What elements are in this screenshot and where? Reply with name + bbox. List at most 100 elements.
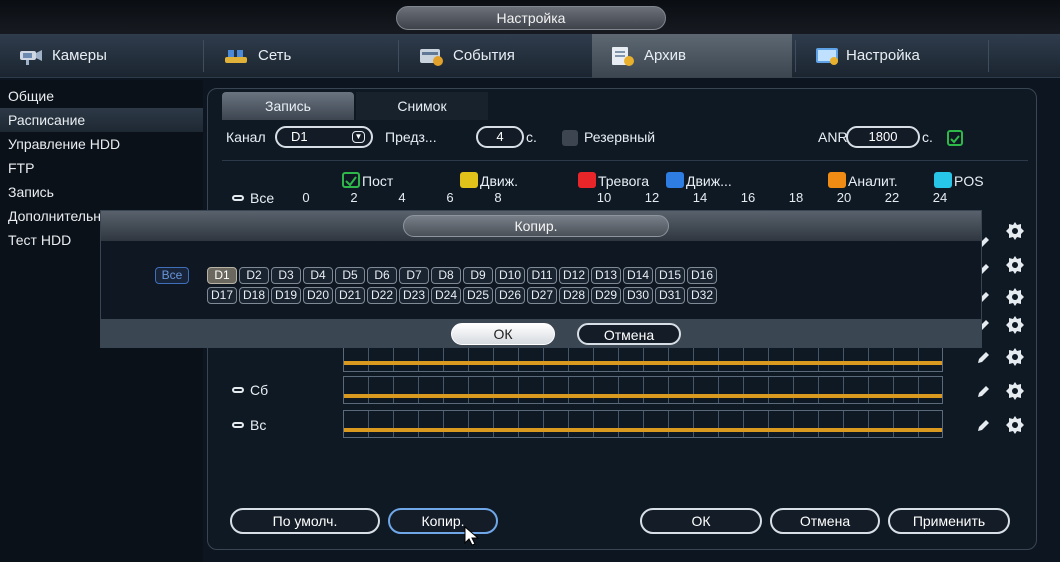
hour-tick: 4 [398, 190, 406, 205]
channel-chip-d1[interactable]: D1 [207, 267, 237, 284]
legend-label: Пост [362, 173, 394, 189]
hour-tick: 12 [644, 190, 660, 205]
chevron-down-icon: ▼ [352, 131, 365, 143]
channel-chip-d19[interactable]: D19 [271, 287, 301, 304]
channel-chip-d2[interactable]: D2 [239, 267, 269, 284]
channel-chip-d27[interactable]: D27 [527, 287, 557, 304]
channel-chip-d25[interactable]: D25 [463, 287, 493, 304]
select-all-channels-button[interactable]: Все [155, 267, 189, 284]
gear-icon[interactable] [1004, 220, 1026, 242]
legend-swatch-analytics[interactable] [828, 172, 846, 188]
gear-icon[interactable] [1004, 346, 1026, 368]
dialog-ok-button[interactable]: ОК [451, 323, 555, 345]
cancel-button[interactable]: Отмена [770, 508, 880, 534]
legend-swatch-motion-alarm[interactable] [666, 172, 684, 188]
legend-swatch-pos[interactable] [934, 172, 952, 188]
timeline-saturday[interactable] [343, 376, 943, 404]
redundant-checkbox[interactable] [562, 130, 578, 146]
hour-tick: 22 [884, 190, 900, 205]
day-toggle[interactable] [232, 387, 244, 393]
hour-tick: 16 [740, 190, 756, 205]
legend-label: Движ... [686, 173, 732, 189]
channel-chip-d32[interactable]: D32 [687, 287, 717, 304]
nav-label: Архив [644, 47, 687, 64]
channel-chip-d12[interactable]: D12 [559, 267, 589, 284]
default-button[interactable]: По умолч. [230, 508, 380, 534]
channel-chip-d4[interactable]: D4 [303, 267, 333, 284]
channel-chip-d18[interactable]: D18 [239, 287, 269, 304]
legend-swatch-regular[interactable] [342, 172, 360, 188]
day-toggle[interactable] [232, 422, 244, 428]
pencil-icon[interactable] [975, 418, 991, 434]
gear-icon[interactable] [1004, 380, 1026, 402]
nav-network[interactable]: Сеть [206, 34, 396, 78]
channel-chip-d21[interactable]: D21 [335, 287, 365, 304]
copy-button[interactable]: Копир. [388, 508, 498, 534]
nav-events[interactable]: События [401, 34, 589, 78]
gear-icon[interactable] [1004, 254, 1026, 276]
dialog-cancel-button[interactable]: Отмена [577, 323, 681, 345]
legend-swatch-motion[interactable] [460, 172, 478, 188]
channel-chip-d10[interactable]: D10 [495, 267, 525, 284]
gear-icon[interactable] [1004, 314, 1026, 336]
apply-button[interactable]: Применить [888, 508, 1010, 534]
anr-input[interactable]: 1800 [846, 126, 920, 148]
redundant-label: Резервный [584, 129, 656, 145]
channel-chip-d11[interactable]: D11 [527, 267, 557, 284]
channel-chip-d7[interactable]: D7 [399, 267, 429, 284]
tab-snapshot[interactable]: Снимок [356, 92, 488, 120]
sidebar-item-general[interactable]: Общие [0, 84, 203, 108]
channel-chip-d13[interactable]: D13 [591, 267, 621, 284]
sidebar-item-schedule[interactable]: Расписание [0, 108, 203, 132]
gear-icon[interactable] [1004, 286, 1026, 308]
channel-chip-d22[interactable]: D22 [367, 287, 397, 304]
channel-value: D1 [291, 129, 308, 144]
channel-chip-d29[interactable]: D29 [591, 287, 621, 304]
timeline-friday[interactable] [343, 348, 943, 372]
top-navigation: Камеры Сеть События Архив Настройка [0, 34, 1060, 78]
dvr-settings-screen: Настройка Камеры Сеть События Архив Наст… [0, 0, 1060, 562]
sidebar-item-ftp[interactable]: FTP [0, 156, 203, 180]
ok-button[interactable]: ОК [640, 508, 762, 534]
channel-chip-d15[interactable]: D15 [655, 267, 685, 284]
select-all-toggle[interactable] [232, 195, 244, 201]
channel-chip-d9[interactable]: D9 [463, 267, 493, 284]
channel-chip-d31[interactable]: D31 [655, 287, 685, 304]
copy-dialog: Копир. Все ОК Отмена D1 D2 D3 D4 D5 D6 D7 D8 D9 D… [100, 210, 982, 348]
nav-cameras[interactable]: Камеры [0, 34, 200, 78]
hour-tick: 0 [302, 190, 310, 205]
channel-chip-d20[interactable]: D20 [303, 287, 333, 304]
channel-chip-d3[interactable]: D3 [271, 267, 301, 284]
channel-chip-d8[interactable]: D8 [431, 267, 461, 284]
sidebar-item-hdd-manage[interactable]: Управление HDD [0, 132, 203, 156]
tab-record[interactable]: Запись [222, 92, 354, 120]
gear-icon[interactable] [1004, 414, 1026, 436]
title-bar: Настройка [0, 0, 1060, 34]
channel-chip-d24[interactable]: D24 [431, 287, 461, 304]
channel-chip-d16[interactable]: D16 [687, 267, 717, 284]
channel-chip-d26[interactable]: D26 [495, 287, 525, 304]
hour-tick: 14 [692, 190, 708, 205]
prerecord-input[interactable]: 4 [476, 126, 524, 148]
channel-chip-d6[interactable]: D6 [367, 267, 397, 284]
channel-chip-d17[interactable]: D17 [207, 287, 237, 304]
settings-icon [816, 48, 838, 65]
nav-settings[interactable]: Настройка [798, 34, 988, 78]
channel-select[interactable]: D1 ▼ [275, 126, 373, 148]
pencil-icon[interactable] [975, 384, 991, 400]
legend-swatch-alarm[interactable] [578, 172, 596, 188]
anr-checkbox[interactable] [947, 130, 963, 146]
checkmark-icon [345, 176, 357, 187]
timeline-sunday[interactable] [343, 410, 943, 438]
pencil-icon[interactable] [975, 350, 991, 366]
channel-chip-d23[interactable]: D23 [399, 287, 429, 304]
nav-archive[interactable]: Архив [592, 34, 792, 78]
dialog-header: Копир. [101, 211, 981, 241]
channel-chip-d30[interactable]: D30 [623, 287, 653, 304]
channel-chip-d5[interactable]: D5 [335, 267, 365, 284]
nav-divider [398, 40, 399, 72]
sidebar-item-record[interactable]: Запись [0, 180, 203, 204]
nav-label: События [453, 47, 515, 64]
channel-chip-d14[interactable]: D14 [623, 267, 653, 284]
channel-chip-d28[interactable]: D28 [559, 287, 589, 304]
